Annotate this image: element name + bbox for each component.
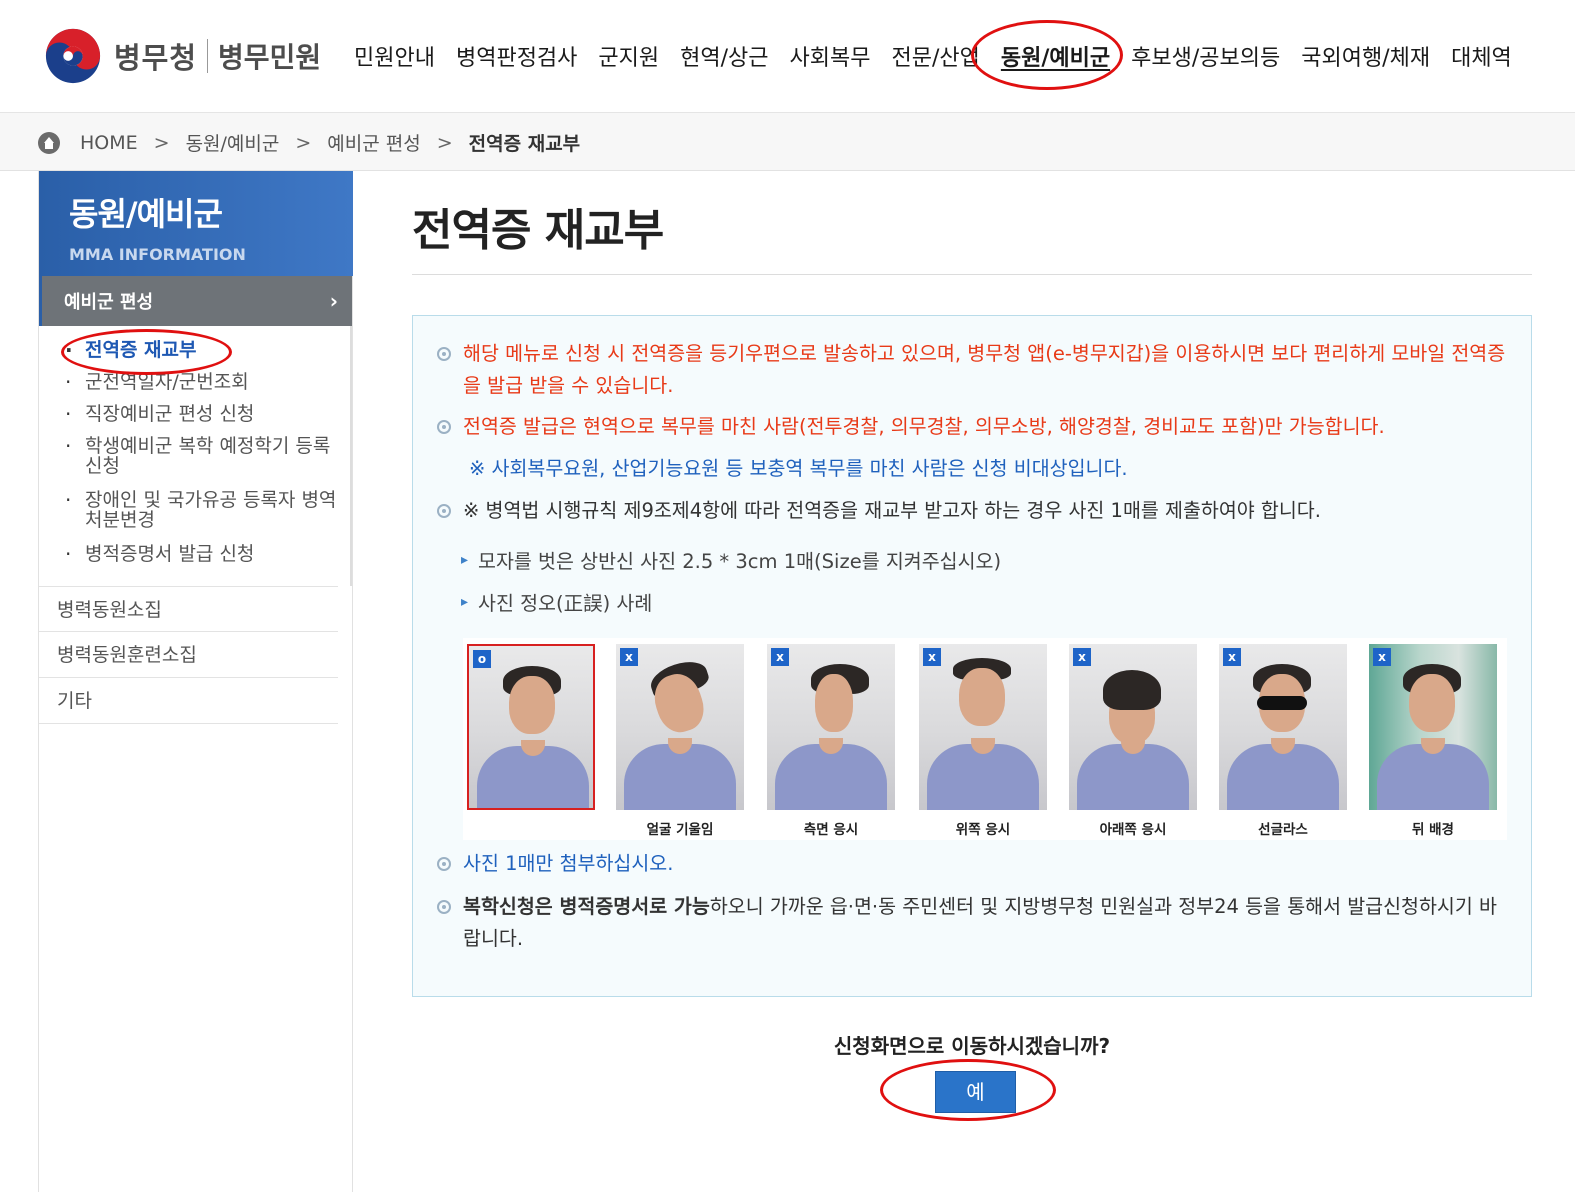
breadcrumb-level1[interactable]: 동원/예비군: [186, 129, 280, 156]
sidebar-subitem-disabled-change[interactable]: 장애인 및 국가유공 등록자 병역처분변경: [65, 490, 350, 530]
photo-caption: 얼굴 기울임: [646, 822, 714, 838]
photo-example-background: x: [1369, 644, 1497, 810]
site-logo[interactable]: 병무청 병무민원: [44, 27, 321, 85]
photo-example-side: x: [767, 644, 895, 810]
notice-text-mobile-app: 해당 메뉴로 신청 시 전역증을 등기우편으로 발송하고 있으며, 병무청 앱(…: [463, 342, 1506, 397]
notice-item: 복학신청은 병적증명서로 가능하오니 가까운 읍·면·동 주민센터 및 지방병무…: [437, 891, 1509, 955]
photo-example-up: x: [919, 644, 1047, 810]
wrong-mark-icon: x: [620, 648, 638, 666]
home-icon[interactable]: [38, 131, 60, 154]
sidebar-subitem-reissue[interactable]: 전역증 재교부: [65, 340, 350, 360]
notice-text-eligibility: 전역증 발급은 현역으로 복무를 마친 사람(전투경찰, 의무경찰, 의무소방,…: [463, 415, 1385, 438]
notice-text-photo-required: ※ 병역법 시행규칙 제9조제4항에 따라 전역증을 재교부 받고자 하는 경우…: [463, 499, 1321, 522]
photo-example-correct: o: [467, 644, 595, 810]
breadcrumb-bar: HOME > 동원/예비군 > 예비군 편성 > 전역증 재교부: [0, 113, 1575, 171]
wrong-mark-icon: x: [923, 648, 941, 666]
sidebar-category-reserve[interactable]: 예비군 편성 ›: [39, 276, 352, 326]
sidebar-menu: 병력동원소집 병력동원훈련소집 기타: [39, 586, 352, 724]
confirm-question: 신청화면으로 이동하시겠습니까?: [833, 1034, 1111, 1058]
nav-item-active-duty[interactable]: 현역/상근: [680, 40, 768, 72]
notice-text-photo-size: 모자를 벗은 상반신 사진 2.5 * 3cm 1매(Size를 지켜주십시오): [478, 550, 1002, 573]
notice-box: 해당 메뉴로 신청 시 전역증을 등기우편으로 발송하고 있으며, 병무청 앱(…: [412, 315, 1532, 997]
logo-text: 병무청: [114, 41, 198, 75]
nav-item-civil-guide[interactable]: 민원안내: [354, 40, 435, 72]
notice-item: ※ 병역법 시행규칙 제9조제4항에 따라 전역증을 재교부 받고자 하는 경우…: [437, 495, 1509, 527]
nav-item-overseas[interactable]: 국외여행/체재: [1301, 40, 1430, 72]
sidebar-subitem-certificate[interactable]: 병적증명서 발급 신청: [65, 544, 350, 564]
breadcrumb-current: 전역증 재교부: [468, 133, 581, 155]
notice-text-bold: 복학신청은 병적증명서로 가능: [463, 895, 710, 918]
circle-bullet-icon: [437, 347, 451, 361]
logo-divider: [207, 39, 209, 73]
site-header: 병무청 병무민원 민원안내 병역판정검사 군지원 현역/상근 사회복무 전문/산…: [0, 0, 1575, 113]
circle-bullet-icon: [437, 857, 451, 871]
notice-item: 해당 메뉴로 신청 시 전역증을 등기우편으로 발송하고 있으며, 병무청 앱(…: [437, 338, 1509, 402]
title-divider: [412, 274, 1532, 275]
arrow-right-icon: ▸: [461, 551, 469, 568]
breadcrumb-separator: >: [436, 131, 453, 154]
notice-text-return-to-school: 복학신청은 병적증명서로 가능하오니 가까운 읍·면·동 주민센터 및 지방병무…: [463, 891, 1509, 955]
notice-subitem: ▸ 모자를 벗은 상반신 사진 2.5 * 3cm 1매(Size를 지켜주십시…: [461, 545, 1001, 574]
page-title: 전역증 재교부: [412, 205, 664, 256]
nav-item-alternative[interactable]: 대체역: [1451, 40, 1512, 72]
notice-text-one-photo: 사진 1매만 첨부하십시오.: [463, 852, 674, 875]
breadcrumb-separator: >: [153, 131, 170, 154]
notice-subitem: ▸ 사진 정오(正誤) 사례: [461, 587, 652, 616]
nav-item-candidates[interactable]: 후보생/공보의등: [1131, 40, 1280, 72]
sidebar-header: 동원/예비군 MMA INFORMATION: [39, 171, 353, 276]
confirm-section: 신청화면으로 이동하시겠습니까?: [0, 1030, 1575, 1059]
sunglasses-icon: [1257, 696, 1307, 710]
nav-item-exam[interactable]: 병역판정검사: [456, 40, 577, 72]
breadcrumb-home[interactable]: HOME: [80, 132, 138, 154]
photo-caption: 위쪽 응시: [955, 822, 1011, 838]
notice-item: 전역증 발급은 현역으로 복무를 마친 사람(전투경찰, 의무경찰, 의무소방,…: [437, 411, 1509, 443]
photo-caption: 아래쪽 응시: [1099, 822, 1167, 838]
breadcrumb-level2[interactable]: 예비군 편성: [327, 129, 420, 156]
notice-item: 사진 1매만 첨부하십시오.: [437, 848, 673, 880]
sidebar-submenu: 전역증 재교부 군전역일자/군번조회 직장예비군 편성 신청 학생예비군 복학 …: [39, 326, 352, 586]
taegeuk-logo-icon: [45, 28, 101, 84]
chevron-right-icon: ›: [329, 289, 338, 313]
nav-item-military-apply[interactable]: 군지원: [598, 40, 659, 72]
correct-mark-icon: o: [473, 650, 491, 668]
wrong-mark-icon: x: [1373, 648, 1391, 666]
sidebar-item-etc[interactable]: 기타: [39, 678, 338, 724]
arrow-right-icon: ▸: [461, 593, 469, 610]
nav-item-social-service[interactable]: 사회복무: [790, 40, 871, 72]
notice-text-not-eligible: ※ 사회복무요원, 산업기능요원 등 보충역 복무를 마친 사람은 신청 비대상…: [469, 457, 1128, 480]
photo-example-down: x: [1069, 644, 1197, 810]
sidebar-subitem-workplace-reserve[interactable]: 직장예비군 편성 신청: [65, 404, 350, 424]
wrong-mark-icon: x: [1073, 648, 1091, 666]
yes-button[interactable]: 예: [935, 1071, 1016, 1113]
photo-examples: o x x x x x x 얼굴 기울임 측면 응시 위쪽 응시 아래쪽 응시 …: [463, 638, 1507, 840]
photo-example-sunglasses: x: [1219, 644, 1347, 810]
nav-item-specialist[interactable]: 전문/산업: [892, 40, 980, 72]
sidebar-item-mobilization-call[interactable]: 병력동원소집: [39, 586, 338, 632]
notice-text-photo-examples: 사진 정오(正誤) 사례: [478, 592, 653, 615]
photo-caption: 측면 응시: [803, 822, 859, 838]
photo-example-tilted: x: [616, 644, 744, 810]
sidebar-title: 동원/예비군: [69, 195, 223, 233]
wrong-mark-icon: x: [1223, 648, 1241, 666]
main-navigation: 민원안내 병역판정검사 군지원 현역/상근 사회복무 전문/산업 동원/예비군 …: [354, 40, 1512, 72]
breadcrumb: HOME > 동원/예비군 > 예비군 편성 > 전역증 재교부: [38, 129, 580, 156]
notice-subitem: ※ 사회복무요원, 산업기능요원 등 보충역 복무를 마친 사람은 신청 비대상…: [469, 453, 1128, 485]
photo-caption: 뒤 배경: [1412, 822, 1454, 838]
sidebar-subitem-student-reserve[interactable]: 학생예비군 복학 예정학기 등록 신청: [65, 436, 350, 476]
nav-item-mobilization[interactable]: 동원/예비군: [1001, 40, 1110, 72]
wrong-mark-icon: x: [771, 648, 789, 666]
sidebar-subtitle: MMA INFORMATION: [69, 245, 246, 264]
circle-bullet-icon: [437, 504, 451, 518]
circle-bullet-icon: [437, 900, 451, 914]
sidebar-category-label: 예비군 편성: [64, 292, 154, 313]
sidebar-item-mobilization-training[interactable]: 병력동원훈련소집: [39, 632, 338, 678]
logo-subtitle: 병무민원: [218, 41, 322, 74]
breadcrumb-separator: >: [295, 131, 312, 154]
sidebar-subitem-discharge-date[interactable]: 군전역일자/군번조회: [65, 372, 350, 392]
photo-caption: 선글라스: [1258, 822, 1308, 838]
circle-bullet-icon: [437, 420, 451, 434]
